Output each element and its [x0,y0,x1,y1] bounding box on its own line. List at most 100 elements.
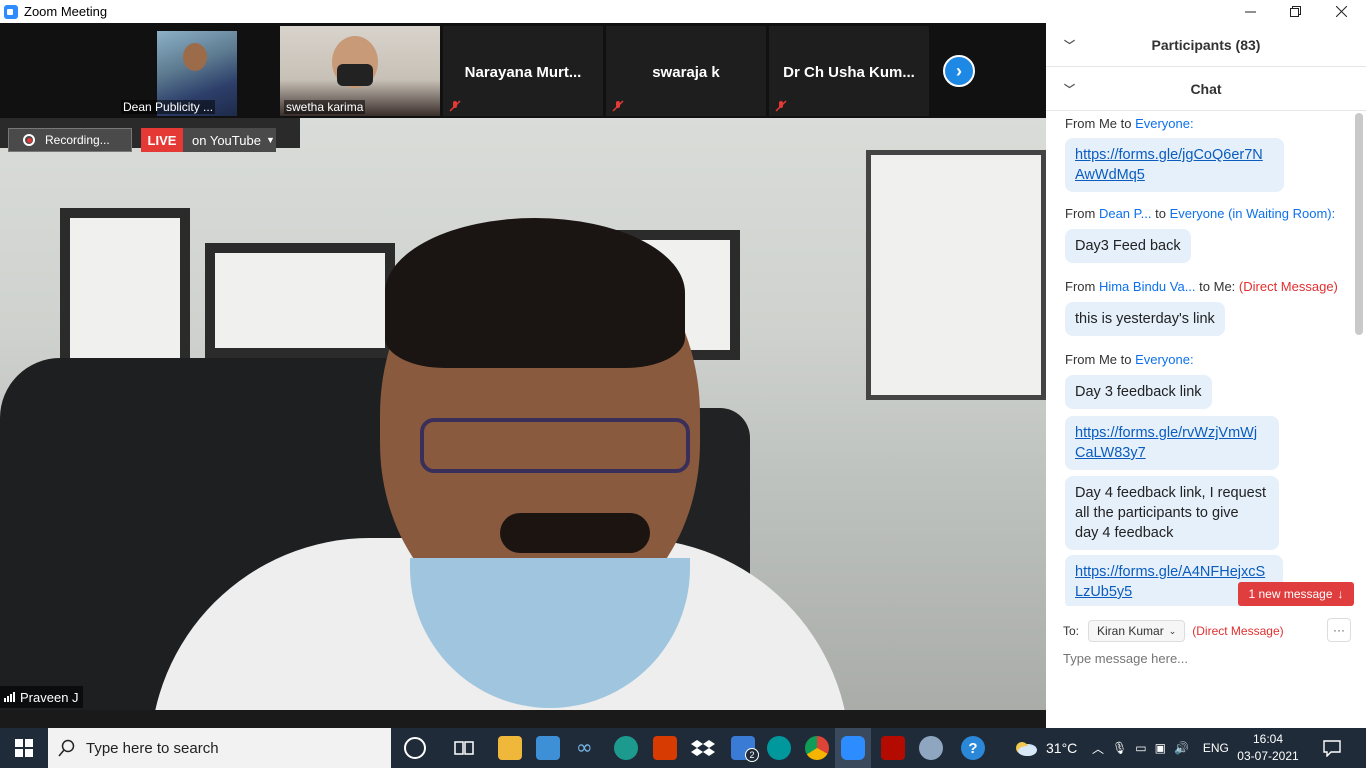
dropbox-icon[interactable] [691,736,715,760]
search-placeholder: Type here to search [86,739,219,757]
chat-message: Day3 Feed back [1065,229,1191,263]
participant-tile[interactable]: Dr Ch Usha Kum... [769,26,929,116]
participant-tile[interactable]: Narayana Murt... [443,26,603,116]
video-area: Dean Publicity ... swetha karima Narayan… [0,23,1046,728]
cortana-icon[interactable] [404,737,426,759]
chat-messages[interactable]: From Me to Everyone: https://forms.gle/j… [1046,111,1366,606]
office-icon[interactable] [653,736,677,760]
active-speaker-video [0,118,1046,710]
close-icon [1335,6,1347,17]
windows-logo-icon [15,739,33,757]
recipient-row: To: Kiran Kumar ⌄ (Direct Message) [1063,620,1363,642]
notification-icon [1323,740,1341,757]
wall-frame [60,208,190,368]
clock-time: 16:04 [1252,732,1284,746]
arrow-down-icon: ↓ [1337,587,1344,601]
cloud-icon [1016,742,1037,756]
chevron-right-icon: › [956,60,962,81]
message-header: From Dean P... to Everyone (in Waiting R… [1065,206,1336,221]
battery-icon[interactable]: ▭ [1135,741,1146,755]
chat-message: this is yesterday's link [1065,302,1225,336]
title-bar: Zoom Meeting [0,0,1366,23]
message-link[interactable]: https://forms.gle/jgCoQ6er7N AwWdMq5 [1075,147,1263,183]
more-options-button[interactable]: ··· [1327,618,1351,642]
minimize-button[interactable] [1227,0,1273,23]
infinity-app-icon[interactable]: ∞ [575,735,599,760]
recording-label: Recording... [45,133,110,147]
person-glasses [420,418,690,473]
arduino-icon[interactable] [767,736,791,760]
chat-title: Chat [1190,80,1222,97]
participants-header[interactable]: ﹀ Participants (83) [1046,23,1366,67]
edge-icon[interactable] [614,736,638,760]
taskbar-clock[interactable]: 16:04 03-07-2021 [1233,731,1303,765]
chevron-down-icon: ﹀ [1064,40,1075,52]
caret-down-icon: ▼ [265,135,275,145]
svg-text:∞: ∞ [576,736,593,759]
live-badge: LIVE [141,128,183,152]
new-message-button[interactable]: 1 new message ↓ [1238,582,1354,606]
direct-message-tag: (Direct Message) [1192,624,1284,638]
participants-title: Participants (83) [1151,36,1261,53]
acrobat-icon[interactable] [881,736,905,760]
recipient-dropdown[interactable]: Kiran Kumar ⌄ [1088,620,1186,642]
file-explorer-icon[interactable] [498,736,522,760]
to-label: To: [1063,624,1080,638]
message-link[interactable]: https://forms.gle/A4NFHejxcS LzUb5y5 [1075,564,1265,600]
wall-certificate [866,150,1046,400]
chevron-down-icon: ﹀ [1064,84,1075,96]
person-hair [385,218,685,368]
participant-tile[interactable]: swetha karima [280,26,440,116]
chat-scrollbar[interactable] [1355,113,1363,335]
message-link[interactable]: https://forms.gle/rvWzjVmWj CaLW83y7 [1075,425,1257,461]
participant-tile[interactable]: Dean Publicity ... [117,26,277,116]
message-header: From Me to Everyone: [1065,116,1194,131]
participant-tile[interactable]: swaraja k [606,26,766,116]
chevron-down-icon: ⌄ [1168,625,1177,636]
side-panel: ﹀ Participants (83) ﹀ Chat From Me to Ev… [1046,23,1366,728]
chevron-up-icon[interactable]: ︿ [1092,740,1104,757]
documents-icon[interactable]: 2 [731,736,759,762]
next-page-button[interactable]: › [943,55,975,87]
volume-icon[interactable]: 🔊 [1174,741,1189,755]
participant-name: Dr Ch Usha Kum... [783,64,915,81]
chat-message: https://forms.gle/jgCoQ6er7N AwWdMq5 [1065,138,1284,192]
muted-mic-icon [612,100,624,112]
microphone-icon[interactable]: 🎙 [1112,741,1127,755]
search-icon [58,739,75,757]
system-tray: ︿ 🎙 ▭ ▣ 🔊 ENG [1092,728,1229,768]
chrome-icon[interactable] [805,736,829,760]
badge-count: 2 [745,748,759,762]
recording-indicator[interactable]: Recording... [8,128,132,152]
ellipsis-icon: ··· [1333,623,1345,637]
participant-name: swetha karima [284,100,366,114]
restore-icon [1289,6,1301,17]
zoom-icon [841,736,865,760]
participant-strip: Dean Publicity ... swetha karima Narayan… [0,23,1046,118]
speaker-name-tag: Praveen J [0,686,83,708]
participant-name: Narayana Murt... [464,64,582,81]
network-icon[interactable]: ▣ [1155,741,1166,755]
window-title: Zoom Meeting [24,4,108,19]
recipient-name: Kiran Kumar [1097,624,1164,638]
notification-button[interactable] [1322,728,1342,768]
zoom-taskbar-active[interactable] [835,728,871,768]
start-button[interactable] [0,728,48,768]
paint-icon[interactable] [919,736,943,760]
live-platform-dropdown[interactable]: on YouTube ▼ [183,128,276,152]
store-icon[interactable] [536,736,560,760]
restore-button[interactable] [1272,0,1318,23]
close-button[interactable] [1318,0,1364,23]
minimize-icon [1244,11,1256,13]
chat-header[interactable]: ﹀ Chat [1046,67,1366,111]
weather-widget[interactable]: 31°C [1014,728,1077,768]
task-view-icon[interactable] [452,736,476,760]
participant-name: swaraja k [652,64,720,81]
wall-frame [205,243,395,358]
chat-message-input[interactable] [1063,648,1353,668]
muted-mic-icon [449,100,461,112]
muted-mic-icon [775,100,787,112]
help-icon[interactable]: ? [961,736,985,760]
language-indicator[interactable]: ENG [1203,741,1229,755]
taskbar-search[interactable]: Type here to search [48,728,391,768]
